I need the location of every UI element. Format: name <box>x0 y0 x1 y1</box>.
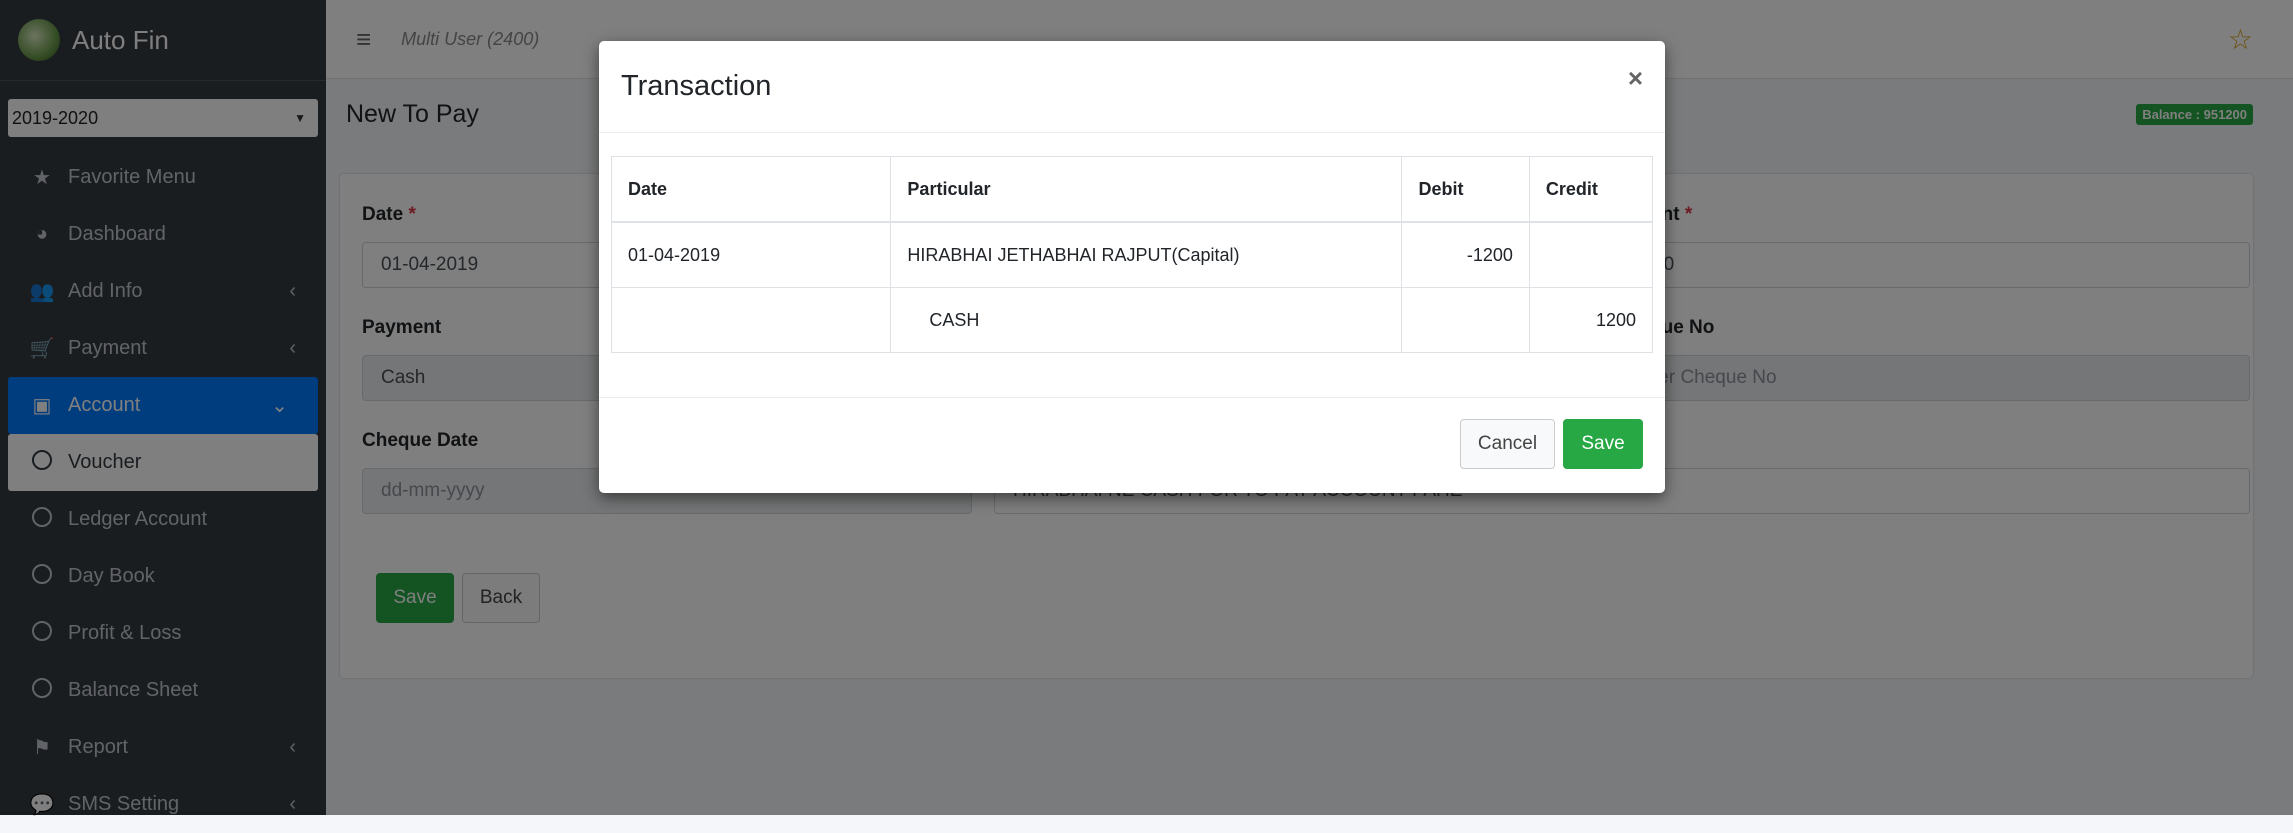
table-header-row: Date Particular Debit Credit <box>610 156 1654 223</box>
cell-debit <box>1401 287 1530 353</box>
column-header-date: Date <box>610 156 892 223</box>
cell-particular: CASH <box>890 287 1403 353</box>
cell-credit: 1200 <box>1528 287 1654 353</box>
transaction-table: Date Particular Debit Credit 01-04-2019 … <box>610 156 1654 353</box>
cancel-button[interactable]: Cancel <box>1460 419 1555 469</box>
transaction-modal: Transaction × Date Particular Debit Cred… <box>599 41 1665 493</box>
column-header-debit: Debit <box>1401 156 1530 223</box>
close-icon[interactable]: × <box>1628 63 1643 94</box>
column-header-credit: Credit <box>1528 156 1654 223</box>
table-row: 01-04-2019 HIRABHAI JETHABHAI RAJPUT(Cap… <box>610 221 1654 288</box>
cell-debit: -1200 <box>1401 221 1530 288</box>
modal-footer: Cancel Save <box>599 397 1665 494</box>
modal-save-button[interactable]: Save <box>1563 419 1643 469</box>
cell-date: 01-04-2019 <box>610 221 892 288</box>
column-header-particular: Particular <box>890 156 1403 223</box>
cell-particular: HIRABHAI JETHABHAI RAJPUT(Capital) <box>890 221 1403 288</box>
cell-date <box>610 287 892 353</box>
modal-header: Transaction × <box>599 41 1665 133</box>
cell-credit <box>1528 221 1654 288</box>
modal-title: Transaction <box>621 70 772 102</box>
table-row: CASH 1200 <box>610 287 1654 353</box>
